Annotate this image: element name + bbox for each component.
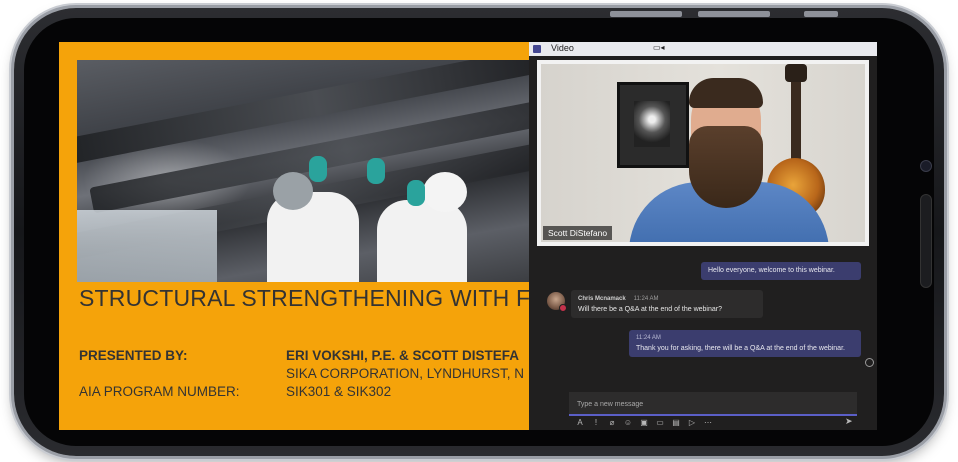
participant-name-tag: Scott DiStefano bbox=[543, 226, 613, 240]
teams-panel: Video ▭◂ Scott DiStefano Hello everyone,… bbox=[529, 42, 877, 430]
message-input[interactable] bbox=[575, 396, 849, 412]
hard-hat bbox=[273, 172, 313, 210]
worker-figure bbox=[377, 200, 467, 282]
teams-icon bbox=[533, 45, 541, 53]
presentation-slide: STRUCTURAL STRENGTHENING WITH FRP PRESEN… bbox=[59, 42, 562, 430]
hard-hat bbox=[423, 172, 467, 212]
compose-toolbar: A ! ⌀ ☺ ▣ ▭ ▤ ▷ ⋯ bbox=[575, 418, 865, 430]
video-window-title: Video bbox=[551, 43, 574, 53]
message-author: Chris Mcnamack bbox=[578, 296, 626, 302]
presented-by-label: PRESENTED BY: bbox=[79, 348, 188, 363]
aia-program-label: AIA PROGRAM NUMBER: bbox=[79, 384, 240, 399]
message-text: Will there be a Q&A at the end of the we… bbox=[578, 305, 722, 313]
chat-panel: Hello everyone, welcome to this webinar.… bbox=[529, 250, 877, 430]
compose-box[interactable] bbox=[569, 392, 857, 416]
gif-icon[interactable]: ▣ bbox=[639, 418, 649, 427]
chat-message-other: Chris Mcnamack 11:24 AM Will there be a … bbox=[571, 290, 763, 318]
presenters-names: ERI VOKSHI, P.E. & SCOTT DISTEFA bbox=[286, 348, 520, 363]
message-timestamp: 11:24 AM bbox=[636, 335, 661, 341]
silent-switch bbox=[804, 11, 838, 17]
wall-poster bbox=[617, 82, 689, 168]
video-window-titlebar[interactable]: Video ▭◂ bbox=[529, 42, 877, 56]
sticker-icon[interactable]: ▭ bbox=[655, 418, 665, 427]
video-frame: Scott DiStefano bbox=[537, 60, 869, 246]
chat-message-mine: Hello everyone, welcome to this webinar. bbox=[701, 262, 861, 280]
schedule-icon[interactable]: ▤ bbox=[671, 418, 681, 427]
earpiece-speaker bbox=[920, 194, 932, 288]
stream-icon[interactable]: ▷ bbox=[687, 418, 697, 427]
message-text: Thank you for asking, there will be a Q&… bbox=[636, 344, 845, 352]
camera-icon[interactable]: ▭◂ bbox=[653, 43, 665, 52]
emoji-icon[interactable]: ☺ bbox=[623, 418, 633, 427]
slide-photo bbox=[77, 60, 547, 282]
company-line: SIKA CORPORATION, LYNDHURST, N bbox=[286, 366, 525, 381]
priority-icon[interactable]: ! bbox=[591, 418, 601, 427]
volume-up-button bbox=[610, 11, 682, 17]
message-text: Hello everyone, welcome to this webinar. bbox=[708, 267, 835, 274]
more-icon[interactable]: ⋯ bbox=[703, 418, 713, 427]
format-icon[interactable]: A bbox=[575, 418, 585, 427]
attach-icon[interactable]: ⌀ bbox=[607, 418, 617, 427]
send-icon[interactable]: ➤ bbox=[845, 416, 853, 427]
message-timestamp: 11:24 AM bbox=[633, 296, 659, 302]
front-camera bbox=[920, 160, 932, 172]
slide-title: STRUCTURAL STRENGTHENING WITH FRP bbox=[79, 285, 563, 311]
scroll-indicator[interactable] bbox=[865, 358, 874, 367]
guitar bbox=[791, 68, 801, 168]
aia-program-value: SIK301 & SIK302 bbox=[286, 384, 392, 399]
volume-down-button bbox=[698, 11, 770, 17]
presence-status-badge bbox=[559, 304, 567, 312]
participant-video[interactable]: Scott DiStefano bbox=[541, 64, 865, 242]
phone-screen: STRUCTURAL STRENGTHENING WITH FRP PRESEN… bbox=[59, 42, 877, 430]
chat-message-mine: 11:24 AM Thank you for asking, there wil… bbox=[629, 330, 861, 357]
